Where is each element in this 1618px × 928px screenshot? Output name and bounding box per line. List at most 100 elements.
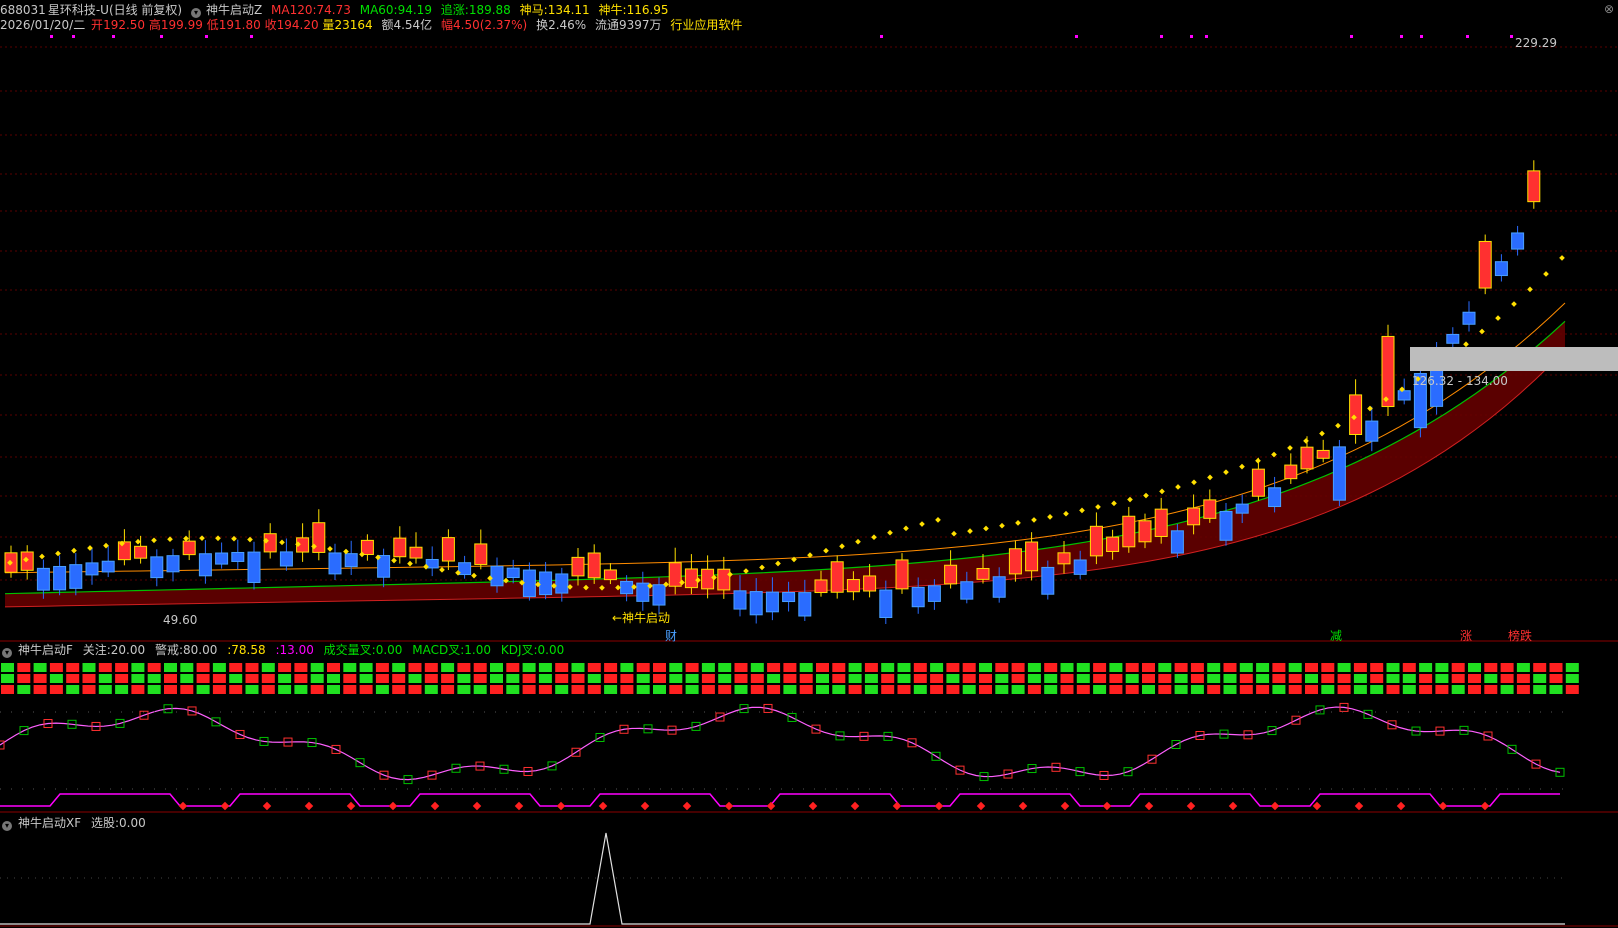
- signal-dot: [1335, 422, 1341, 429]
- signal-block: [506, 674, 520, 683]
- red-diamond: [724, 801, 734, 811]
- candle-body: [603, 569, 617, 581]
- signal-block: [17, 663, 31, 672]
- signal-block: [1076, 663, 1090, 672]
- signal-block: [1565, 685, 1579, 694]
- signal-block: [587, 674, 601, 683]
- signal-block: [424, 674, 438, 683]
- signal-dot: [1175, 484, 1181, 490]
- signal-block: [1109, 685, 1123, 694]
- signal-block: [441, 663, 455, 672]
- signal-block: [1125, 663, 1139, 672]
- signal-block: [473, 663, 487, 672]
- signal-dot: [215, 535, 221, 542]
- signal-block: [294, 674, 308, 683]
- candle-body: [1381, 335, 1395, 408]
- signal-block: [147, 663, 161, 672]
- signal-block: [17, 674, 31, 683]
- signal-block: [196, 685, 210, 694]
- signal-block: [995, 685, 1009, 694]
- signal-block: [49, 685, 63, 694]
- signal-block: [164, 685, 177, 694]
- signal-block: [1076, 674, 1090, 683]
- signal-block: [881, 685, 895, 694]
- candle-body: [701, 568, 715, 590]
- signal-block: [310, 685, 324, 694]
- signal-block: [571, 674, 585, 683]
- red-diamond: [346, 801, 356, 811]
- signal-block: [147, 685, 161, 694]
- signal-block: [359, 685, 373, 694]
- signal-block: [98, 674, 112, 683]
- signal-dot: [1255, 457, 1261, 464]
- signal-dot: [951, 530, 957, 537]
- signal-dot: [1495, 315, 1501, 321]
- signal-block: [1516, 663, 1530, 672]
- event-tick: [880, 35, 883, 38]
- signal-dot: [279, 539, 285, 546]
- candle-body: [539, 571, 553, 596]
- signal-dot: [855, 538, 861, 545]
- signal-block: [767, 674, 781, 683]
- signal-block: [799, 674, 813, 683]
- red-diamond: [1396, 801, 1406, 811]
- candle-body: [863, 575, 877, 592]
- signal-dot: [1511, 301, 1517, 307]
- signal-block: [897, 674, 911, 683]
- candle-body: [555, 573, 569, 594]
- kline-chart[interactable]: [0, 0, 1618, 928]
- signal-block: [375, 663, 389, 672]
- signal-block: [636, 685, 650, 694]
- candle-body: [944, 564, 958, 585]
- signal-block: [1386, 674, 1400, 683]
- candle-body: [992, 576, 1006, 598]
- candle-body: [587, 552, 601, 579]
- panel2-title[interactable]: 神牛启动F: [18, 643, 73, 657]
- panel3-title[interactable]: 神牛启动XF: [18, 816, 81, 830]
- candle-body: [1284, 464, 1298, 480]
- signal-dot: [1015, 520, 1021, 526]
- red-diamond: [430, 801, 440, 811]
- signal-block: [946, 663, 960, 672]
- signal-block: [767, 685, 781, 694]
- signal-dot: [1303, 438, 1309, 444]
- signal-block: [653, 663, 666, 672]
- signal-block: [1027, 674, 1041, 683]
- signal-block: [1044, 685, 1058, 694]
- jingjie-label: 警戒:: [154, 643, 184, 657]
- signal-block: [1549, 674, 1563, 683]
- signal-block: [17, 685, 31, 694]
- signal-block: [408, 663, 422, 672]
- signal-block: [375, 685, 389, 694]
- signal-block: [1353, 674, 1367, 683]
- signal-block: [1370, 685, 1384, 694]
- signal-block: [1370, 663, 1384, 672]
- signal-block: [750, 685, 764, 694]
- red-diamond: [808, 801, 818, 811]
- signal-block: [359, 674, 373, 683]
- red-diamond: [262, 801, 272, 811]
- signal-block: [930, 663, 944, 672]
- signal-block: [506, 685, 520, 694]
- signal-dot: [407, 560, 413, 567]
- signal-block: [1272, 663, 1286, 672]
- candle-body: [1446, 333, 1460, 344]
- panel3-settings-icon[interactable]: ▾: [2, 821, 12, 831]
- red-diamond: [850, 801, 860, 811]
- signal-block: [1256, 663, 1270, 672]
- signal-dot: [935, 517, 941, 523]
- signal-block: [392, 674, 406, 683]
- signal-block: [734, 663, 748, 672]
- signal-block: [1321, 674, 1335, 683]
- signal-block: [881, 674, 895, 683]
- candle-body: [879, 589, 893, 618]
- zone-label: 126.32 - 134.00: [1412, 374, 1508, 388]
- signal-block: [1484, 685, 1498, 694]
- signal-block: [555, 674, 569, 683]
- panel2-settings-icon[interactable]: ▾: [2, 648, 12, 658]
- signal-dot: [887, 529, 893, 536]
- signal-dot: [983, 525, 989, 532]
- candle-body: [1511, 232, 1525, 250]
- signal-block: [1125, 685, 1139, 694]
- candle-body: [474, 543, 488, 565]
